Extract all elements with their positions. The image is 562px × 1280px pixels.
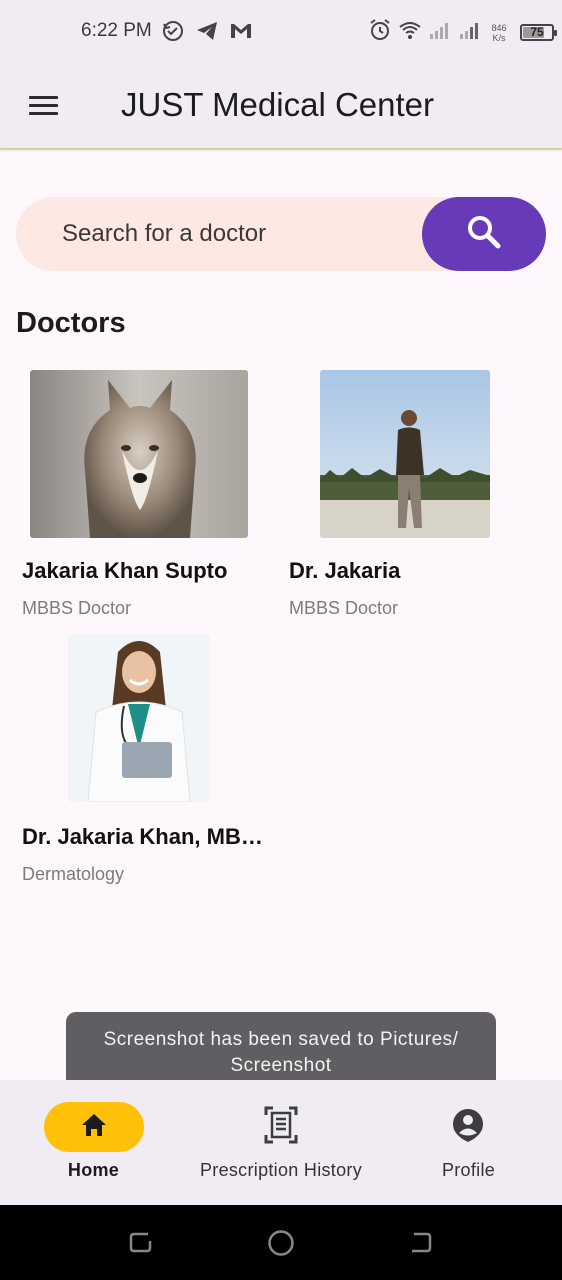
status-time: 6:22 PM [81, 20, 152, 41]
doctor-specialty: Dermatology [22, 864, 125, 884]
app-title: JUST Medical Center [121, 86, 435, 123]
app-bar: JUST Medical Center [0, 62, 562, 150]
nav-label: Prescription History [199, 1160, 363, 1180]
doctor-specialty: MBBS Doctor [289, 598, 399, 618]
home-system-icon[interactable] [267, 1229, 295, 1262]
doctors-section-title: Doctors [16, 307, 126, 339]
doctor-card[interactable]: Dr. Jakaria MBBS Doctor [283, 368, 539, 628]
nav-label: Profile [441, 1160, 496, 1180]
network-speed: 846 K/s [488, 23, 510, 43]
nav-active-indicator [44, 1102, 144, 1152]
gmail-icon [228, 18, 254, 49]
search-button[interactable] [422, 197, 546, 271]
wolf-photo [30, 370, 248, 538]
doctor-card[interactable]: Jakaria Khan Supto MBBS Doctor [16, 368, 272, 628]
sync-check-icon [160, 18, 186, 49]
doctor-name: Dr. Jakaria [289, 558, 401, 583]
signal-icon [428, 18, 452, 47]
nav-item-profile[interactable]: Profile [375, 1080, 562, 1205]
doctor-name: Jakaria Khan Supto [22, 558, 228, 583]
man-on-beach-photo [320, 370, 490, 538]
status-icons-right: 846 K/s 75 [368, 18, 557, 47]
document-scan-icon [264, 1106, 298, 1149]
status-icons-left [160, 18, 254, 49]
signal-icon [458, 18, 482, 47]
search-input[interactable] [62, 219, 412, 249]
search-icon [464, 212, 504, 257]
female-doctor-photo [68, 634, 210, 802]
toast-line: Screenshot has been saved to Pictures/ [103, 1029, 459, 1050]
telegram-icon [194, 18, 220, 49]
recent-apps-icon[interactable] [128, 1229, 154, 1260]
status-bar: 6:22 PM 846 K/s 75 [0, 0, 562, 62]
search-bar [16, 197, 546, 271]
nav-label: Home [67, 1160, 120, 1180]
alarm-icon [368, 18, 392, 47]
battery-level: 75 [530, 25, 544, 39]
menu-button[interactable] [22, 86, 66, 126]
wifi-icon [398, 18, 422, 47]
doctor-specialty: MBBS Doctor [22, 598, 132, 618]
system-navigation-bar [0, 1205, 562, 1280]
home-icon [78, 1109, 110, 1146]
network-speed-value: 846 [491, 22, 507, 33]
battery-icon: 75 [520, 24, 557, 41]
toast-line: Screenshot [230, 1055, 332, 1076]
doctor-name: Dr. Jakaria Khan, MB… [22, 824, 263, 849]
nav-item-home[interactable]: Home [0, 1080, 187, 1205]
network-speed-unit: K/s [492, 32, 506, 43]
bottom-navigation: Home Prescription History Profile [0, 1080, 562, 1205]
nav-item-prescription-history[interactable]: Prescription History [187, 1080, 375, 1205]
account-circle-icon [451, 1107, 485, 1148]
doctor-card[interactable]: Dr. Jakaria Khan, MB… Dermatology [16, 634, 272, 894]
back-icon[interactable] [408, 1229, 434, 1260]
